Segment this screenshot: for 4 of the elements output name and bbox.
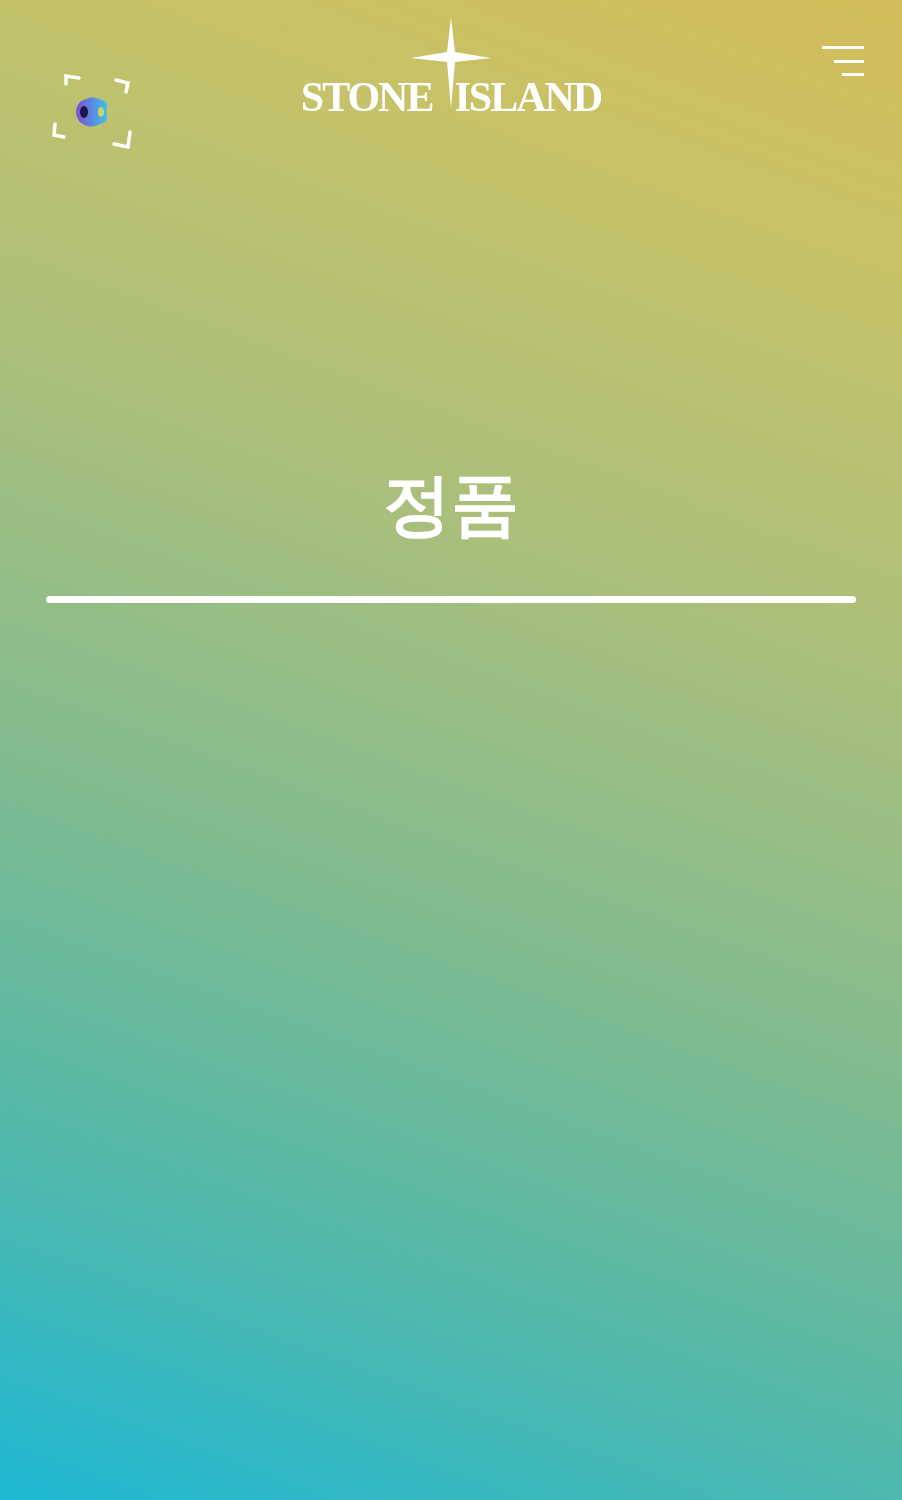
page-title: 정품 [383, 470, 519, 538]
logo-text: ISLAND [454, 76, 602, 118]
scan-icon[interactable] [52, 72, 132, 152]
logo-text: STONE [300, 76, 433, 118]
